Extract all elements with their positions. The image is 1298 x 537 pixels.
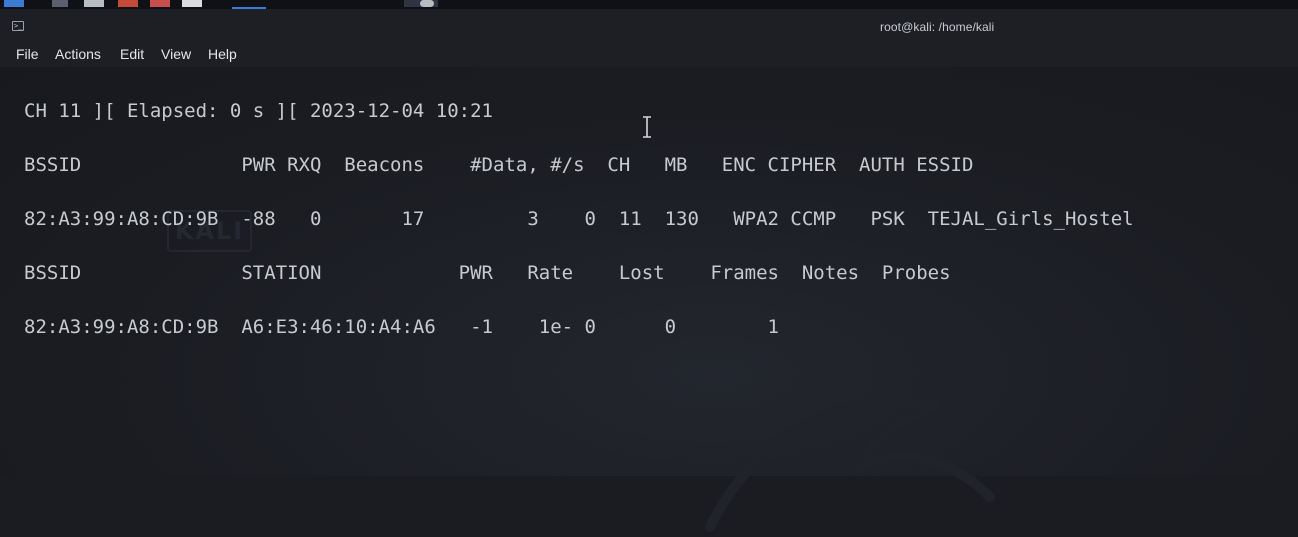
menu-edit[interactable]: Edit [120, 46, 144, 62]
kali-menu-icon[interactable] [4, 0, 24, 7]
kali-dragon-watermark-icon [705, 397, 995, 532]
taskbar-app-icon[interactable] [84, 0, 104, 7]
menu-help[interactable]: Help [208, 46, 237, 62]
station-table-header: BSSID STATION PWR Rate Lost Frames Notes… [24, 262, 951, 284]
desktop-taskbar [0, 0, 1298, 9]
text-cursor-icon [643, 116, 651, 138]
access-point-table-header: BSSID PWR RXQ Beacons #Data, #/s CH MB E… [24, 154, 974, 176]
menu-file[interactable]: File [16, 46, 39, 62]
terminal-icon: >_ [12, 21, 24, 31]
taskbar-app-icon[interactable] [118, 0, 138, 7]
window-titlebar[interactable]: >_ root@kali: /home/kali [0, 9, 1298, 43]
menu-bar: File Actions Edit View Help [0, 43, 1298, 67]
menu-actions[interactable]: Actions [55, 46, 101, 62]
workspace-badge-icon[interactable] [420, 0, 434, 7]
airodump-status-line: CH 11 ][ Elapsed: 0 s ][ 2023-12-04 10:2… [24, 100, 493, 122]
taskbar-app-icon[interactable] [150, 0, 170, 7]
access-point-row: 82:A3:99:A8:CD:9B -88 0 17 3 0 11 130 WP… [24, 208, 1134, 230]
taskbar-app-icon[interactable] [52, 0, 68, 7]
menu-view[interactable]: View [161, 46, 191, 62]
taskbar-app-icon[interactable] [182, 0, 202, 7]
window-title: root@kali: /home/kali [880, 20, 995, 34]
station-row: 82:A3:99:A8:CD:9B A6:E3:46:10:A4:A6 -1 1… [24, 316, 779, 338]
